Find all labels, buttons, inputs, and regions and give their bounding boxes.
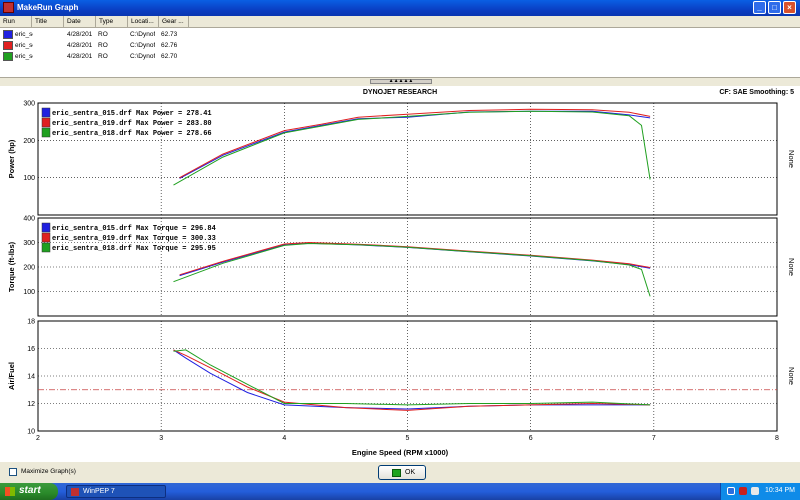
dyno-graph-area: DYNOJET RESEARCH CF: SAE Smoothing: 5 10…	[0, 86, 800, 462]
app-icon	[3, 2, 14, 13]
legend-swatch	[41, 117, 51, 128]
taskbar: start WinPEP 7 10:34 PM	[0, 483, 800, 500]
legend-entry: eric_sentra_018.drf Max Torque = 295.95	[52, 245, 216, 253]
legend-entry: eric_sentra_019.drf Max Power = 283.80	[52, 120, 212, 128]
run-table: Run Title Date Type Locati... Gear ... e…	[0, 16, 800, 78]
col-header-title[interactable]: Title	[32, 16, 64, 28]
y-tick-label: 200	[23, 138, 35, 145]
col-header-location[interactable]: Locati...	[128, 16, 159, 28]
security-icon[interactable]	[739, 487, 747, 495]
run-gear: 62.70	[161, 53, 178, 60]
run-gear: 62.73	[161, 31, 178, 38]
legend-entry: eric_sentra_019.drf Max Torque = 300.33	[52, 235, 216, 243]
y-tick-label: 18	[27, 319, 35, 326]
splitter-grip[interactable]: ▲▲▲▲▲	[370, 79, 432, 84]
run-name: eric_se	[15, 42, 33, 49]
start-button[interactable]: start	[0, 483, 58, 500]
y-tick-label: 100	[23, 175, 35, 182]
x-tick-label: 3	[159, 435, 163, 442]
ok-check-icon	[392, 469, 401, 477]
col-header-type[interactable]: Type	[96, 16, 128, 28]
run-location: C:\Dynof	[130, 53, 156, 60]
col-header-run[interactable]: Run	[0, 16, 32, 28]
run-name: eric_se	[15, 31, 33, 38]
y-tick-label: 300	[23, 101, 35, 108]
pane-splitter[interactable]: ▲▲▲▲▲	[0, 78, 800, 86]
x-tick-label: 7	[652, 435, 656, 442]
graph-header-settings: CF: SAE Smoothing: 5	[719, 89, 794, 96]
y-axis-label: Power (hp)	[7, 139, 16, 178]
legend-entry: eric_sentra_018.drf Max Power = 278.66	[52, 130, 212, 138]
start-label: start	[19, 485, 41, 496]
side-label: None	[787, 367, 796, 385]
y-tick-label: 16	[27, 346, 35, 353]
y-axis-label: Torque (ft-lbs)	[7, 241, 16, 292]
maximize-graphs-checkbox[interactable]	[9, 468, 17, 476]
minimize-button[interactable]: _	[753, 1, 766, 14]
run-color-swatch	[3, 41, 13, 50]
legend-swatch	[41, 127, 51, 138]
side-label: None	[787, 150, 796, 168]
run-location: C:\Dynof	[130, 42, 156, 49]
window-title: MakeRun Graph	[17, 3, 79, 12]
taskbar-item-winpep[interactable]: WinPEP 7	[66, 485, 166, 498]
run-location: C:\Dynof	[130, 31, 156, 38]
y-tick-label: 200	[23, 265, 35, 272]
maximize-button[interactable]: □	[768, 1, 781, 14]
title-bar[interactable]: MakeRun Graph _ □ ×	[0, 0, 800, 16]
run-color-swatch	[3, 52, 13, 61]
run-type: RO	[98, 31, 108, 38]
run-type: RO	[98, 53, 108, 60]
col-header-date[interactable]: Date	[64, 16, 96, 28]
legend-swatch	[41, 107, 51, 118]
y-tick-label: 100	[23, 289, 35, 296]
y-tick-label: 14	[27, 374, 35, 381]
legend-entry: eric_sentra_015.drf Max Torque = 296.84	[52, 225, 216, 233]
system-tray: 10:34 PM	[720, 483, 800, 500]
windows-logo-icon	[5, 487, 15, 496]
run-name: eric_se	[15, 53, 33, 60]
y-tick-label: 300	[23, 240, 35, 247]
clock: 10:34 PM	[765, 487, 795, 494]
x-tick-label: 4	[282, 435, 286, 442]
ok-button-label: OK	[405, 469, 416, 476]
network-icon[interactable]	[727, 487, 735, 495]
y-axis-label: Air/Fuel	[7, 362, 16, 390]
run-date: 4/28/201	[67, 42, 93, 49]
run-color-swatch	[3, 30, 13, 39]
legend-swatch	[41, 222, 51, 233]
run-date: 4/28/201	[67, 31, 93, 38]
side-label: None	[787, 258, 796, 276]
legend-swatch	[41, 232, 51, 243]
bottom-bar: Maximize Graph(s) OK	[0, 462, 800, 483]
legend-swatch	[41, 242, 51, 253]
run-row[interactable]: eric_se 4/28/201 RO C:\Dynof 62.70	[0, 51, 800, 62]
run-date: 4/28/201	[67, 53, 93, 60]
run-table-header: Run Title Date Type Locati... Gear ...	[0, 16, 800, 28]
taskbar-item-label: WinPEP 7	[83, 488, 115, 495]
volume-icon[interactable]	[751, 487, 759, 495]
close-button[interactable]: ×	[783, 1, 796, 14]
x-tick-label: 6	[529, 435, 533, 442]
dyno-graph: DYNOJET RESEARCH CF: SAE Smoothing: 5 10…	[7, 89, 796, 457]
winpep-icon	[71, 488, 79, 496]
makerun-graph-window: MakeRun Graph _ □ × Run Title Date Type …	[0, 0, 800, 483]
run-row[interactable]: eric_se 4/28/201 RO C:\Dynof 62.73	[0, 29, 800, 40]
graph-header-title: DYNOJET RESEARCH	[363, 89, 437, 96]
x-tick-label: 2	[36, 435, 40, 442]
col-header-gear[interactable]: Gear ...	[159, 16, 189, 28]
y-tick-label: 10	[27, 429, 35, 436]
ok-button[interactable]: OK	[378, 465, 426, 480]
run-row[interactable]: eric_se 4/28/201 RO C:\Dynof 62.76	[0, 40, 800, 51]
run-gear: 62.76	[161, 42, 178, 49]
run-type: RO	[98, 42, 108, 49]
y-tick-label: 400	[23, 216, 35, 223]
x-tick-label: 5	[406, 435, 410, 442]
maximize-graphs-label: Maximize Graph(s)	[21, 468, 76, 475]
y-tick-label: 12	[27, 401, 35, 408]
x-tick-label: 8	[775, 435, 779, 442]
legend-entry: eric_sentra_015.drf Max Power = 278.41	[52, 110, 212, 118]
x-axis-label: Engine Speed (RPM x1000)	[352, 448, 449, 457]
